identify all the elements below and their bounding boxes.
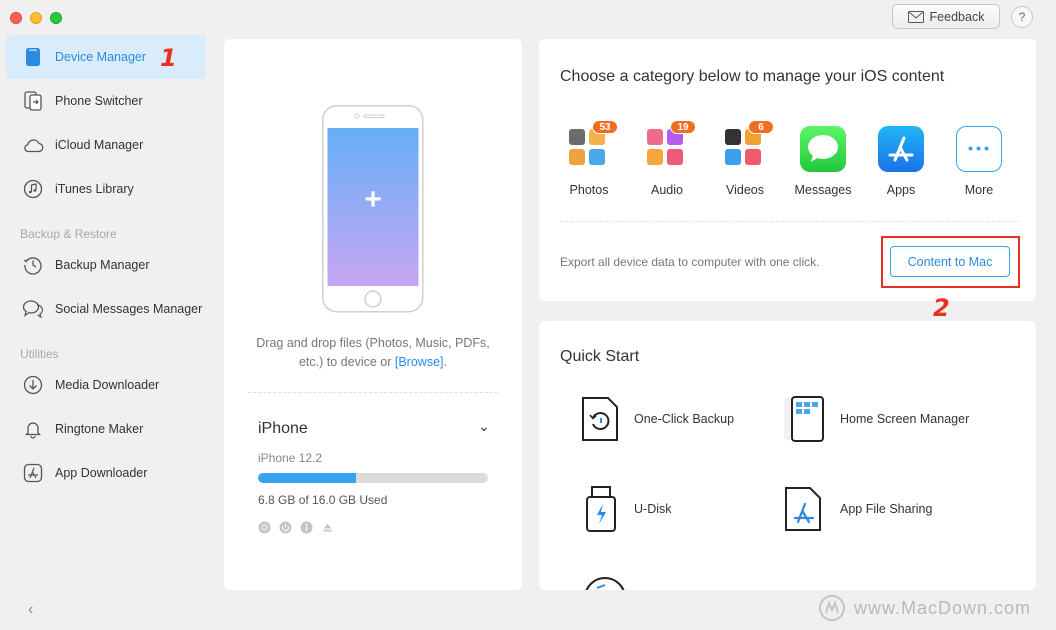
quick-start-label: App File Sharing (840, 502, 933, 516)
help-button[interactable]: ? (1011, 6, 1033, 28)
sidebar-item-ringtone-maker[interactable]: Ringtone Maker (6, 407, 206, 451)
section-label-backup: Backup & Restore (20, 227, 117, 241)
watermark-text: www.MacDown.com (854, 597, 1032, 618)
videos-count-badge: 6 (748, 120, 774, 134)
chat-bubbles-icon (22, 298, 44, 320)
feedback-button[interactable]: Feedback (892, 4, 1000, 29)
divider (560, 221, 1020, 222)
sidebar-item-label: Backup Manager (55, 258, 150, 272)
more-icon (956, 126, 1002, 172)
category-label: More (964, 183, 994, 197)
add-files-plus-icon[interactable]: + (353, 180, 393, 220)
sidebar-item-label: Device Manager (55, 50, 147, 64)
info-icon[interactable] (300, 521, 313, 534)
refresh-icon[interactable] (258, 521, 271, 534)
sidebar-item-label: Media Downloader (55, 378, 160, 392)
apps-icon (878, 126, 924, 172)
sidebar-item-label: Social Messages Manager (55, 302, 203, 316)
quick-start-label: Home Screen Manager (840, 412, 970, 426)
sidebar-item-label: Ringtone Maker (55, 422, 144, 436)
device-name: iPhone (258, 420, 308, 437)
cloud-icon (22, 134, 44, 156)
divider (248, 392, 498, 393)
bell-icon (22, 418, 44, 440)
sidebar-item-app-downloader[interactable]: App Downloader (6, 451, 206, 495)
watermark-logo-icon (818, 594, 846, 622)
step-2-annotation: 2 (933, 294, 950, 322)
category-more[interactable]: More (943, 126, 1015, 197)
app-file-icon (782, 486, 826, 532)
storage-text: 6.8 GB of 16.0 GB Used (258, 493, 388, 507)
storage-bar-fill (258, 473, 356, 483)
home-screen-icon (782, 396, 826, 442)
photos-count-badge: 53 (592, 120, 618, 134)
category-label: Apps (886, 183, 916, 197)
export-description: Export all device data to computer with … (560, 255, 820, 269)
device-dropdown-chevron-icon[interactable]: ⌄ (478, 418, 490, 435)
quick-start-title: Quick Start (560, 348, 640, 365)
quick-u-disk[interactable]: U-Disk (584, 486, 672, 532)
quick-app-file-sharing[interactable]: App File Sharing (782, 486, 932, 532)
mail-icon (907, 10, 924, 23)
drop-instructions: Drag and drop files (Photos, Music, PDFs… (248, 334, 498, 372)
audio-count-badge: 19 (670, 120, 696, 134)
drop-text-tail: . (443, 355, 447, 369)
quick-start-label: U-Disk (634, 502, 672, 516)
sidebar-item-media-downloader[interactable]: Media Downloader (6, 363, 206, 407)
photos-icon: 53 (566, 120, 618, 172)
category-photos[interactable]: 53 Photos (553, 120, 625, 197)
drop-text: Drag and drop files (Photos, Music, PDFs… (256, 336, 490, 369)
sidebar-item-label: Phone Switcher (55, 94, 143, 108)
sidebar-item-itunes-library[interactable]: iTunes Library (6, 167, 206, 211)
usb-icon (584, 486, 620, 532)
power-icon[interactable] (279, 521, 292, 534)
feedback-label: Feedback (929, 9, 985, 24)
quick-start-label: One-Click Backup (634, 412, 735, 426)
phone-switch-icon (22, 90, 44, 112)
category-label: Messages (794, 183, 852, 197)
backup-icon (580, 396, 620, 442)
section-label-utilities: Utilities (20, 347, 59, 361)
category-label: Videos (726, 183, 764, 197)
category-label: Photos (569, 183, 609, 197)
history-icon (22, 254, 44, 276)
device-action-icons (258, 521, 334, 534)
messages-icon (800, 126, 846, 172)
sidebar-item-social-messages-manager[interactable]: Social Messages Manager (6, 287, 206, 331)
category-audio[interactable]: 19 Audio (631, 120, 703, 197)
sidebar-item-label: iCloud Manager (55, 138, 144, 152)
sidebar-item-backup-manager[interactable]: Backup Manager (6, 243, 206, 287)
quick-one-click-backup[interactable]: One-Click Backup (580, 396, 734, 442)
browse-link[interactable]: [Browse] (395, 355, 444, 369)
sidebar-item-phone-switcher[interactable]: Phone Switcher (6, 79, 206, 123)
category-videos[interactable]: 6 Videos (709, 120, 781, 197)
eject-icon[interactable] (321, 521, 334, 534)
highlight-box (881, 236, 1020, 288)
storage-bar (258, 473, 488, 483)
category-apps[interactable]: Apps (865, 126, 937, 197)
app-store-icon (22, 462, 44, 484)
partial-quick-start-icon (583, 576, 627, 590)
phone-icon (22, 46, 44, 68)
videos-icon: 6 (722, 120, 774, 172)
minimize-window-button[interactable] (30, 12, 42, 24)
download-icon (22, 374, 44, 396)
quick-home-screen-manager[interactable]: Home Screen Manager (782, 396, 969, 442)
sidebar-item-label: App Downloader (55, 466, 148, 480)
audio-icon: 19 (644, 120, 696, 172)
zoom-window-button[interactable] (50, 12, 62, 24)
category-messages[interactable]: Messages (787, 126, 859, 197)
sidebar-item-icloud-manager[interactable]: iCloud Manager (6, 123, 206, 167)
step-1-annotation: 1 (160, 44, 177, 72)
category-label: Audio (651, 183, 683, 197)
device-model: iPhone 12.2 (258, 451, 323, 465)
sidebar-item-label: iTunes Library (55, 182, 134, 196)
close-window-button[interactable] (10, 12, 22, 24)
collapse-sidebar-button[interactable]: ‹ (28, 601, 33, 619)
category-title: Choose a category below to manage your i… (560, 68, 945, 85)
watermark: www.MacDown.com (818, 594, 1031, 622)
music-note-icon (22, 178, 44, 200)
